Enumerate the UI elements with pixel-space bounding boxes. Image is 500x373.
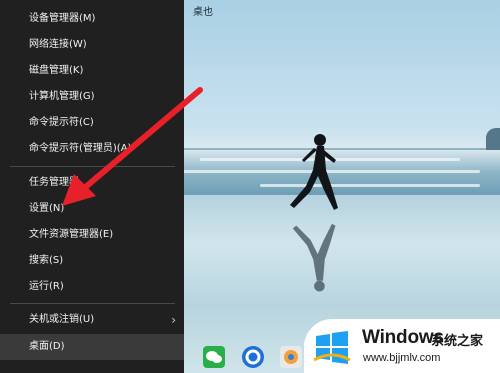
- chevron-right-icon: ›: [171, 313, 176, 327]
- menu-item-search[interactable]: 搜索(S): [0, 248, 184, 274]
- desktop-icon-label: 桌也: [193, 7, 213, 18]
- menu-item-computer-management[interactable]: 计算机管理(G): [0, 84, 184, 110]
- menu-item-settings[interactable]: 设置(N): [0, 196, 184, 222]
- menu-item-label: 关机或注销(U): [29, 314, 95, 325]
- menu-item-file-explorer[interactable]: 文件资源管理器(E): [0, 222, 184, 248]
- winx-context-menu: 设备管理器(M) 网络连接(W) 磁盘管理(K) 计算机管理(G) 命令提示符(…: [0, 0, 184, 373]
- menu-item-network-connections[interactable]: 网络连接(W): [0, 32, 184, 58]
- wechat-icon[interactable]: [203, 346, 225, 368]
- windows-logo-icon: [313, 331, 351, 364]
- menu-divider: [10, 303, 175, 304]
- menu-item-desktop[interactable]: 桌面(D): [0, 334, 184, 360]
- menu-item-run[interactable]: 运行(R): [0, 274, 184, 300]
- menu-item-shutdown-signout[interactable]: 关机或注销(U) ›: [0, 307, 184, 333]
- menu-item-disk-management[interactable]: 磁盘管理(K): [0, 58, 184, 84]
- app-icon[interactable]: [280, 346, 302, 368]
- menu-item-task-manager[interactable]: 任务管理器: [0, 170, 184, 196]
- runner-reflection: [292, 223, 336, 292]
- menu-item-device-manager[interactable]: 设备管理器(M): [0, 6, 184, 32]
- headland: [486, 128, 500, 150]
- browser-icon[interactable]: [242, 346, 264, 368]
- runner-silhouette: [290, 134, 338, 210]
- menu-divider: [10, 166, 175, 167]
- menu-item-command-prompt-admin[interactable]: 命令提示符(管理员)(A): [0, 136, 184, 162]
- menu-item-command-prompt[interactable]: 命令提示符(C): [0, 110, 184, 136]
- watermark-subtitle: 系统之家: [431, 334, 484, 349]
- watermark-url: www.bjjmlv.com: [363, 352, 441, 364]
